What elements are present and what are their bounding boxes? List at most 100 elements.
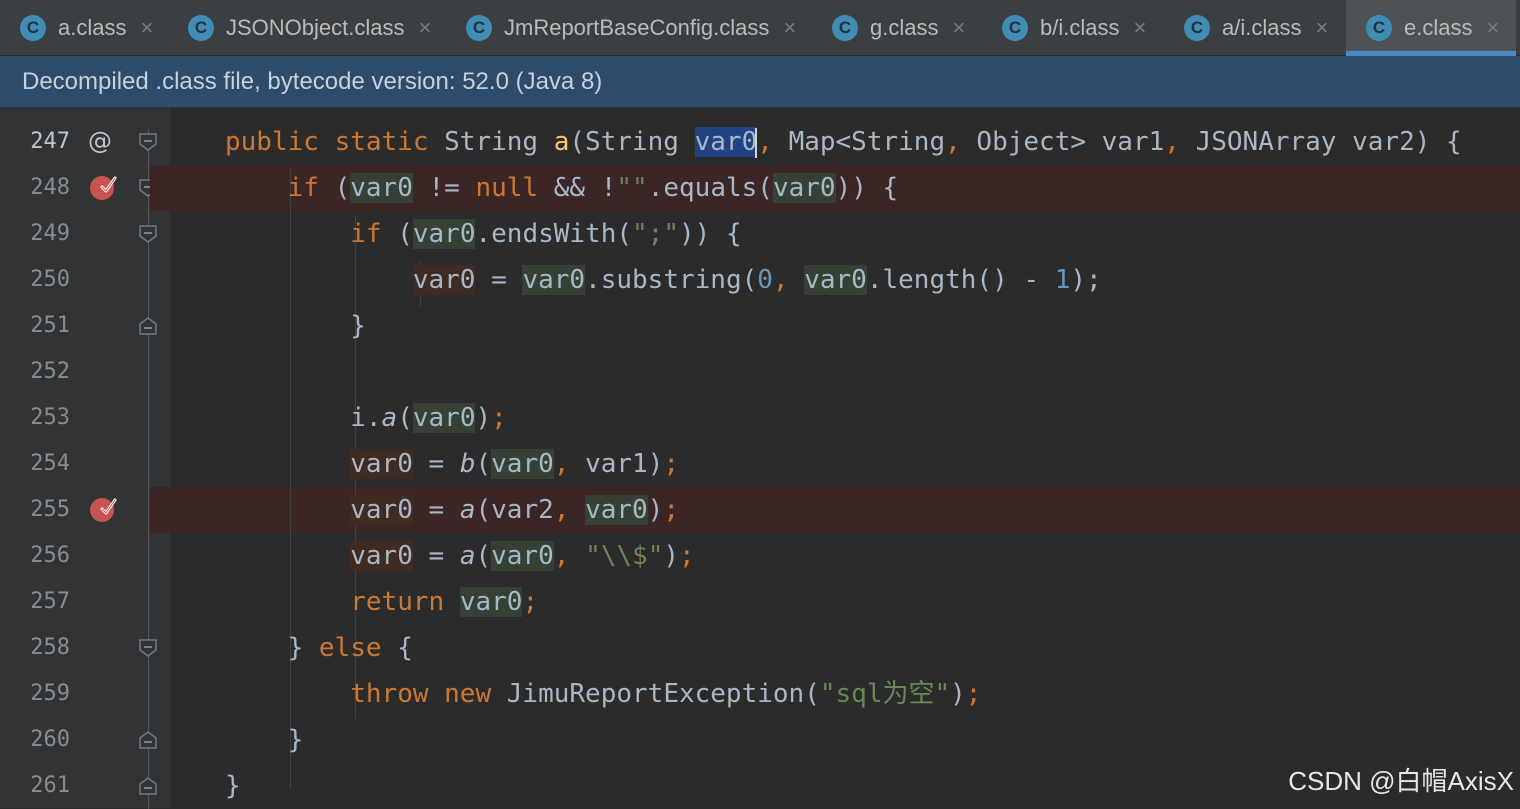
decompiled-notice-text: Decompiled .class file, bytecode version… <box>22 68 603 95</box>
code-token: throw new <box>350 679 507 709</box>
code-token: , <box>553 449 586 479</box>
line-number: 254 <box>30 451 70 476</box>
code-line[interactable]: var0 = var0.substring(0, var0.length() -… <box>225 257 1102 303</box>
code-line[interactable]: public static String a(String var0, Map<… <box>225 119 1462 165</box>
close-tab-icon[interactable]: × <box>1486 15 1499 41</box>
code-line[interactable]: var0 = a(var2, var0); <box>225 487 679 533</box>
code-line[interactable]: throw new JimuReportException("sql为空"); <box>225 671 981 717</box>
close-tab-icon[interactable]: × <box>1133 15 1146 41</box>
tab-jsonobject-class[interactable]: C JSONObject.class × <box>168 0 446 56</box>
tab-label: JmReportBaseConfig.class <box>504 15 770 40</box>
code-token: ; <box>663 449 680 479</box>
line-number: 257 <box>30 589 70 614</box>
code-token: .length() - <box>866 265 1055 295</box>
breakpoint-icon[interactable] <box>88 493 118 523</box>
code-line[interactable]: } <box>225 303 366 349</box>
code-token: JSONArray var2) { <box>1195 127 1462 157</box>
code-token: var0 <box>522 265 586 295</box>
code-token: var0 <box>772 173 836 203</box>
tab-a-class[interactable]: Ca.class × <box>0 0 168 56</box>
code-token: ( <box>334 173 351 203</box>
code-token: { <box>397 633 413 663</box>
tab-label: a/i.class <box>1222 15 1302 40</box>
code-token: String <box>444 127 554 157</box>
code-token: .equals( <box>647 173 773 203</box>
close-tab-icon[interactable]: × <box>140 15 153 41</box>
line-number: 248 <box>30 175 70 200</box>
code-line[interactable]: return var0; <box>225 579 538 625</box>
tab-jmreportbaseconfig-class[interactable]: C JmReportBaseConfig.class × <box>446 0 812 56</box>
code-line[interactable]: var0 = b(var0, var1); <box>225 441 679 487</box>
code-line[interactable]: var0 = a(var0, "\\$"); <box>225 533 695 579</box>
line-number: 249 <box>30 221 70 246</box>
tab-g-class[interactable]: Cg.class × <box>812 0 982 56</box>
code-token: , <box>945 127 977 157</box>
close-tab-icon[interactable]: × <box>783 15 796 41</box>
code-token: ";" <box>632 219 679 249</box>
code-token: != <box>412 173 476 203</box>
code-token: ; <box>679 541 695 571</box>
code-token: = <box>475 265 523 295</box>
close-tab-icon[interactable]: × <box>1315 15 1328 41</box>
code-token: i. <box>225 403 382 433</box>
code-editor[interactable]: public static String a(String var0, Map<… <box>150 109 1520 808</box>
line-number: 260 <box>30 727 70 752</box>
editor-tab-bar: Ca.class × C JSONObject.class × C JmReportBase… <box>0 0 1520 56</box>
code-token: var0 <box>412 219 476 249</box>
code-token: } <box>225 311 366 341</box>
line-number: 256 <box>30 543 70 568</box>
code-line[interactable]: } else { <box>225 625 413 671</box>
code-token: null <box>475 173 554 203</box>
code-token: 0 <box>757 265 773 295</box>
line-number: 252 <box>30 359 70 384</box>
editor-gutter[interactable]: 247 @248 249 250 251 252 253 254 255 256 257 258 259… <box>0 109 170 809</box>
code-token: var0 <box>412 403 476 433</box>
close-tab-icon[interactable]: × <box>952 15 965 41</box>
code-line[interactable]: if (var0.endsWith(";")) { <box>225 211 742 257</box>
code-token: a <box>459 541 476 571</box>
code-token: if <box>350 219 398 249</box>
tab-b-i-class[interactable]: Cb/i.class × <box>982 0 1164 56</box>
code-token: "" <box>616 173 648 203</box>
line-number: 255 <box>30 497 70 522</box>
class-file-icon: C <box>466 15 492 41</box>
code-token: var0 <box>412 265 476 295</box>
code-token: )) { <box>835 173 899 203</box>
code-token: } <box>225 725 304 755</box>
line-number: 261 <box>30 773 70 798</box>
code-token: var0 <box>694 127 758 157</box>
close-tab-icon[interactable]: × <box>419 15 432 41</box>
code-token: var0 <box>350 495 413 525</box>
breakpoint-icon[interactable] <box>88 171 118 201</box>
code-token: a <box>381 403 398 433</box>
code-line[interactable]: if (var0 != null && !"".equals(var0)) { <box>225 165 898 211</box>
tab-e-class[interactable]: Ce.class × <box>1346 0 1516 56</box>
decompiled-notice-banner: Decompiled .class file, bytecode version… <box>0 56 1520 108</box>
code-token: a <box>459 495 476 525</box>
tab-label: b/i.class <box>1040 15 1120 40</box>
code-line[interactable]: } <box>225 717 304 763</box>
code-token: var1) <box>585 449 664 479</box>
override-marker-icon[interactable]: @ <box>88 127 112 155</box>
code-token: 1 <box>1054 265 1071 295</box>
tab-a-i-class[interactable]: Ca/i.class × <box>1164 0 1346 56</box>
code-token: ) <box>950 679 966 709</box>
code-token: b <box>459 449 476 479</box>
code-token: = <box>412 495 460 525</box>
code-line[interactable]: i.a(var0); <box>225 395 507 441</box>
code-token: (String <box>569 127 695 157</box>
code-token: ; <box>663 495 680 525</box>
code-token: ) <box>663 541 680 571</box>
tab-label: e.class <box>1404 15 1473 40</box>
code-token: "sql为空" <box>819 679 951 709</box>
code-line[interactable]: } <box>225 763 241 809</box>
code-token: ( <box>475 449 492 479</box>
code-token: var0 <box>491 449 554 479</box>
line-number: 247 <box>30 129 70 154</box>
line-number: 258 <box>30 635 70 660</box>
